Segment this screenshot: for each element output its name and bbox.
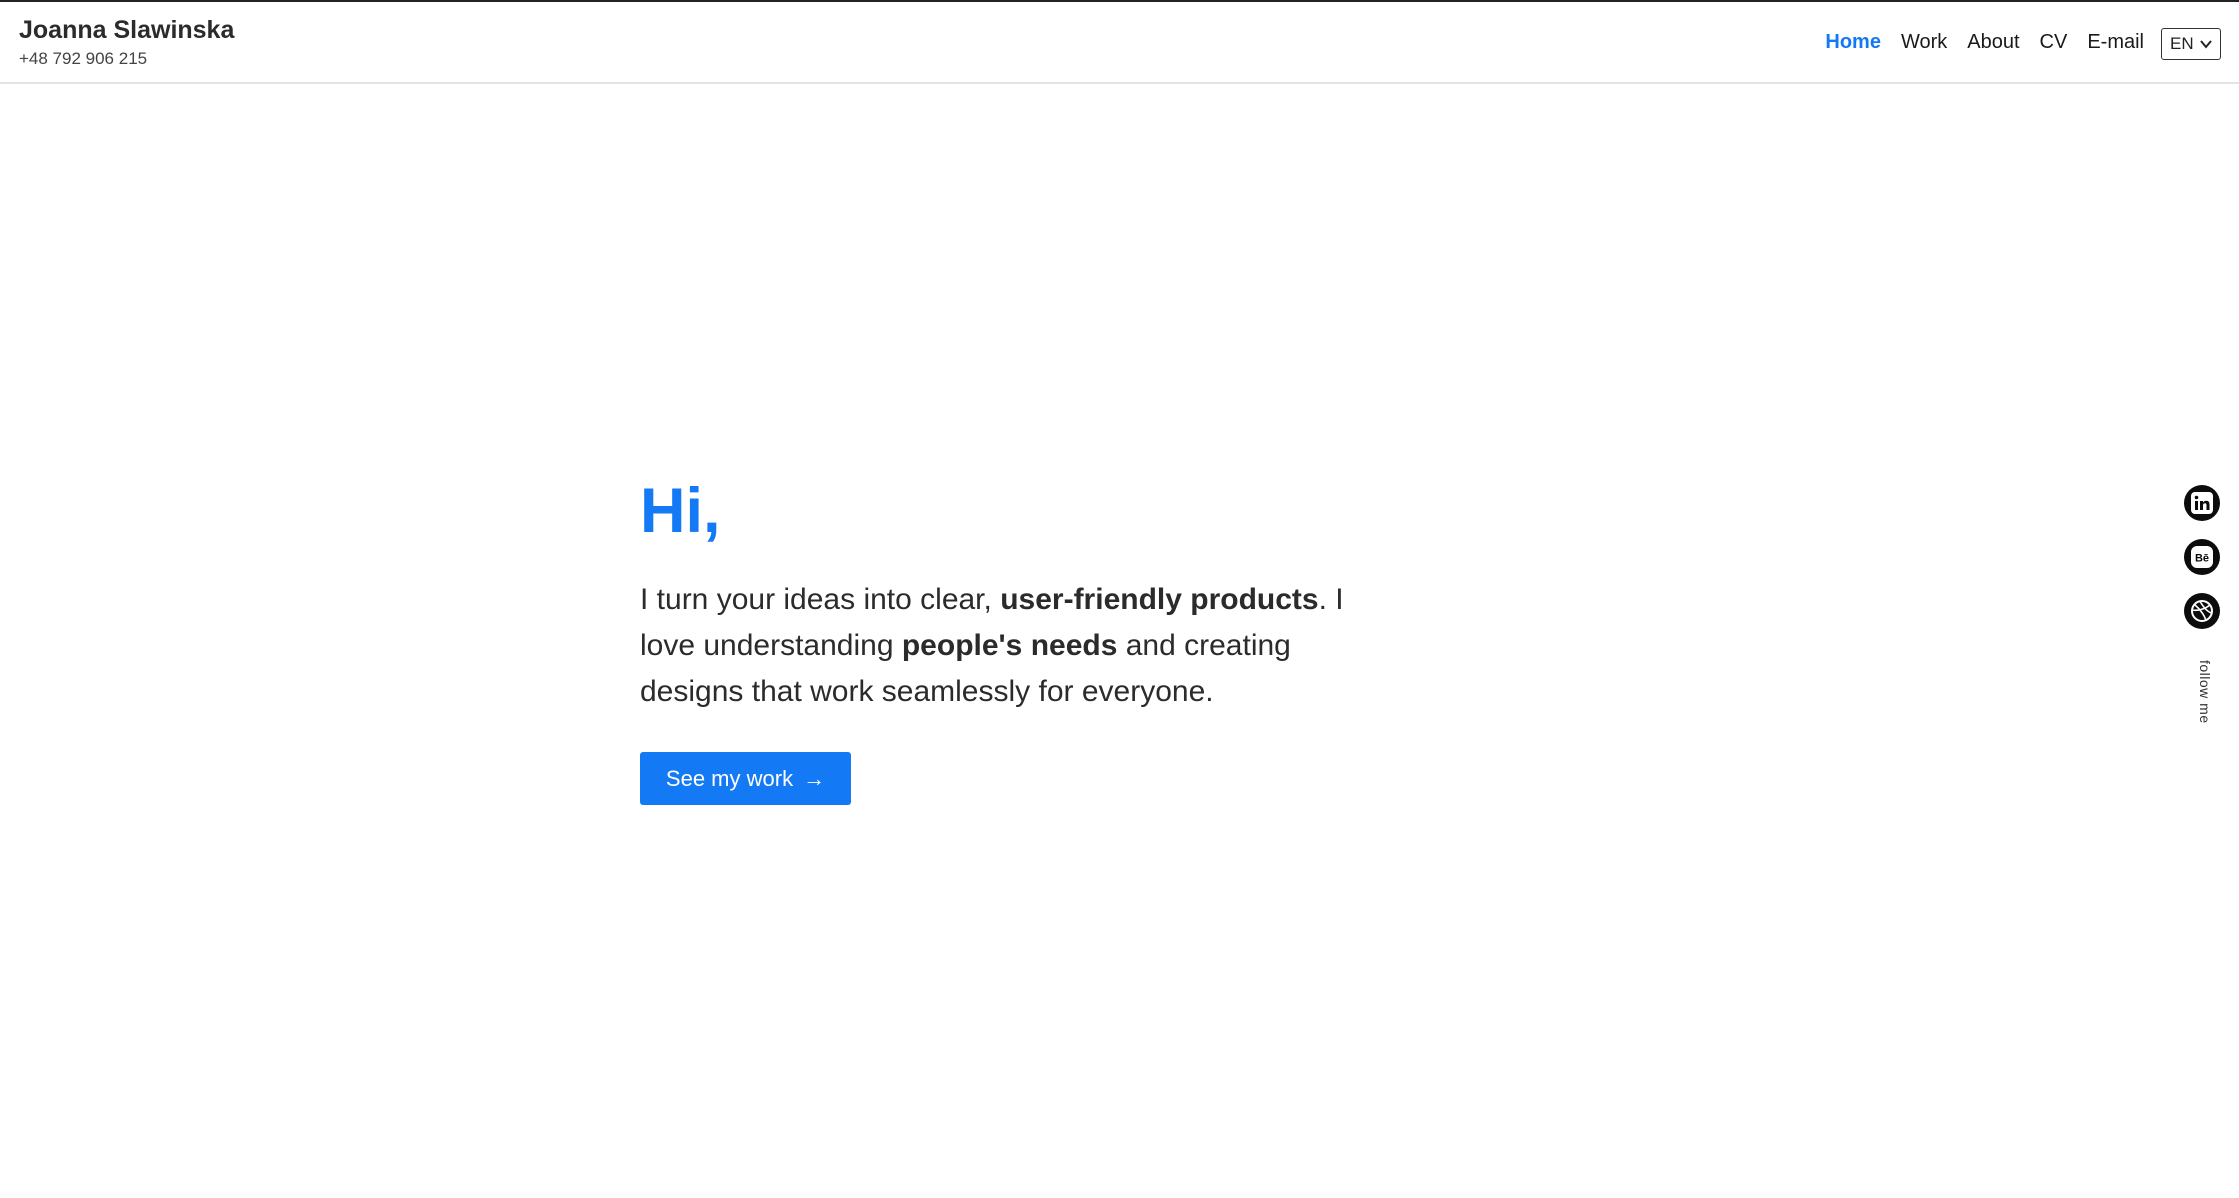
nav-email[interactable]: E-mail: [2087, 31, 2144, 54]
dribbble-icon: [2191, 600, 2213, 622]
hero-title: Hi,: [640, 476, 721, 546]
behance-glyph: Bē: [2195, 553, 2209, 565]
nav-about[interactable]: About: [1967, 31, 2019, 54]
hero-section: Hi, I turn your ideas into clear, user-f…: [640, 476, 1370, 805]
follow-me-label: follow me: [2197, 660, 2213, 724]
main-nav: Home Work About CV E-mail: [1825, 31, 2144, 54]
see-my-work-label: See my work: [665, 765, 794, 791]
linkedin-link[interactable]: [2184, 485, 2220, 521]
arrow-right-icon: →: [803, 765, 826, 791]
behance-link[interactable]: Bē: [2184, 539, 2220, 575]
chevron-down-icon: [2200, 40, 2212, 49]
hero-text-bold2: people's needs: [901, 629, 1118, 662]
nav-home[interactable]: Home: [1825, 31, 1881, 54]
site-header: Joanna Slawinska +48 792 906 215 Home Wo…: [0, 2, 2239, 84]
language-value: EN: [2170, 34, 2194, 53]
nav-work[interactable]: Work: [1901, 31, 1947, 54]
hero-text-part1: I turn your ideas into clear,: [640, 583, 1001, 616]
language-select[interactable]: EN: [2161, 28, 2221, 60]
page: Joanna Slawinska +48 792 906 215 Home Wo…: [0, 0, 2239, 1198]
see-my-work-button[interactable]: See my work →: [640, 752, 851, 805]
hero-text: I turn your ideas into clear, user-frien…: [640, 577, 1370, 715]
linkedin-icon: [2191, 492, 2213, 514]
behance-icon: Bē: [2191, 546, 2213, 568]
nav-cv[interactable]: CV: [2040, 31, 2068, 54]
dribbble-link[interactable]: [2184, 593, 2220, 629]
brand-name[interactable]: Joanna Slawinska: [19, 16, 234, 45]
social-links: Bē: [2183, 485, 2221, 629]
hero-text-bold1: user-friendly products: [1000, 583, 1319, 616]
phone-number: +48 792 906 215: [19, 49, 148, 68]
